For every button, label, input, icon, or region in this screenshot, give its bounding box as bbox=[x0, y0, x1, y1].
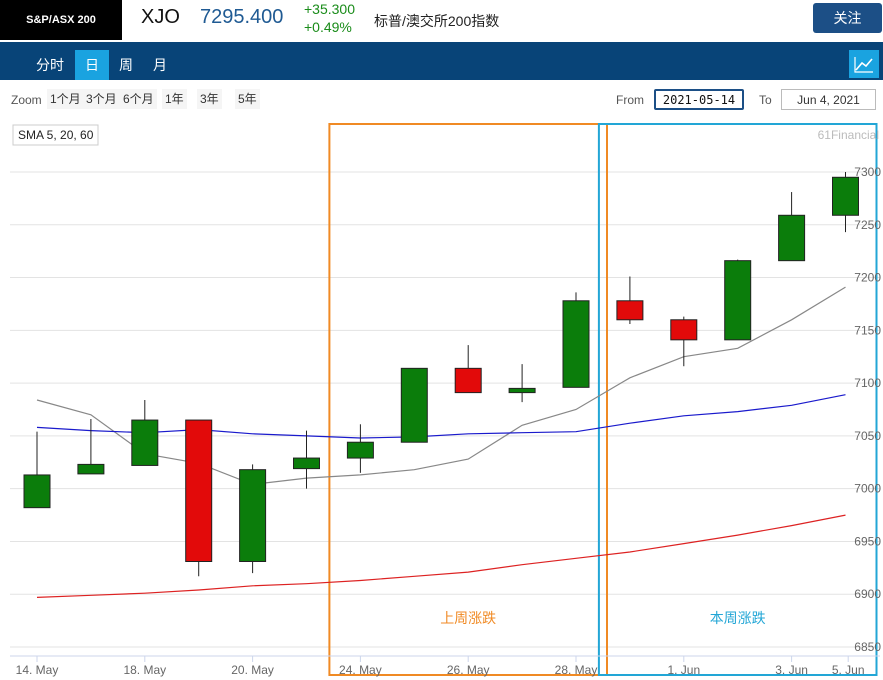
candle-body bbox=[454, 367, 482, 394]
price-change-percent: +0.49% bbox=[304, 19, 352, 35]
quote-header: S&P/ASX 200 XJO 7295.400 +35.300 +0.49% … bbox=[0, 0, 883, 42]
annotation-label: 本周涨跌 bbox=[710, 610, 766, 626]
annotation-box bbox=[328, 123, 608, 676]
x-tick-label: 18. May bbox=[123, 663, 166, 677]
follow-button[interactable]: 关注 bbox=[813, 3, 882, 33]
zoom-5-year-button[interactable]: 5年 bbox=[235, 89, 260, 109]
last-price: 7295.400 bbox=[200, 6, 284, 28]
candlestick-chart: 上周涨跌 本周涨跌 7300 7250 7200 7150 7100 7050 7000 695… bbox=[10, 123, 881, 677]
y-tick-label: 7000 bbox=[854, 482, 881, 496]
range-toolbar: Zoom 1个月 3个月 6个月 1年 3年 5年 From To bbox=[0, 80, 883, 120]
y-tick-label: 6950 bbox=[854, 534, 881, 548]
y-tick-label: 7150 bbox=[854, 323, 881, 337]
x-tick-label: 26. May bbox=[447, 663, 490, 677]
candle-body bbox=[508, 387, 536, 394]
tab-monthly[interactable]: 月 bbox=[146, 50, 174, 80]
period-tabbar: 分时 日 周 月 bbox=[0, 42, 883, 80]
chart-type-button[interactable] bbox=[849, 50, 879, 78]
candles bbox=[23, 172, 859, 577]
candle-body bbox=[185, 419, 213, 562]
from-label: From bbox=[616, 93, 644, 107]
candle-body bbox=[562, 300, 590, 388]
candle-body bbox=[23, 474, 51, 509]
zoom-label: Zoom bbox=[11, 93, 42, 107]
y-tick-label: 7200 bbox=[854, 271, 881, 285]
symbol: XJO bbox=[141, 6, 180, 28]
candle-body bbox=[131, 419, 159, 466]
index-name: 标普/澳交所200指数 bbox=[374, 13, 500, 29]
y-tick-label: 7100 bbox=[854, 376, 881, 390]
y-tick-label: 6850 bbox=[854, 640, 881, 654]
y-tick-label: 7250 bbox=[854, 218, 881, 232]
zoom-1-year-button[interactable]: 1年 bbox=[162, 89, 187, 109]
to-label: To bbox=[759, 93, 772, 107]
x-tick-label: 14. May bbox=[16, 663, 59, 677]
candle-body bbox=[293, 457, 320, 470]
candle-body bbox=[346, 441, 374, 459]
x-axis: 14. May 18. May 20. May 24. May 26. May 28. M… bbox=[10, 655, 880, 677]
x-tick-label: 20. May bbox=[231, 663, 274, 677]
candle-body bbox=[616, 300, 644, 321]
index-badge: S&P/ASX 200 bbox=[0, 0, 122, 40]
sma-line bbox=[36, 514, 846, 598]
candle-body bbox=[778, 214, 806, 262]
candle-body bbox=[832, 176, 859, 216]
legend-text: SMA 5, 20, 60 bbox=[18, 128, 94, 142]
tab-daily[interactable]: 日 bbox=[75, 50, 109, 80]
price-change: +35.300 bbox=[304, 1, 355, 17]
watermark: 61Financial bbox=[818, 128, 879, 142]
candle-body bbox=[724, 260, 752, 341]
to-date-input[interactable] bbox=[781, 89, 876, 110]
x-tick-label: 3. Jun bbox=[775, 663, 808, 677]
from-date-input[interactable] bbox=[654, 89, 744, 110]
grid-lines bbox=[10, 171, 880, 648]
x-tick-label: 24. May bbox=[339, 663, 382, 677]
legend-box: SMA 5, 20, 60 bbox=[12, 124, 99, 146]
zoom-3-year-button[interactable]: 3年 bbox=[197, 89, 222, 109]
tab-intraday[interactable]: 分时 bbox=[32, 50, 68, 80]
x-tick-label: 5. Jun bbox=[832, 663, 865, 677]
candle-body bbox=[670, 319, 698, 341]
y-tick-label: 7300 bbox=[854, 165, 881, 179]
y-tick-label: 7050 bbox=[854, 429, 881, 443]
zoom-1-month-button[interactable]: 1个月 bbox=[47, 89, 84, 109]
zoom-3-month-button[interactable]: 3个月 bbox=[83, 89, 120, 109]
line-chart-icon bbox=[854, 57, 873, 73]
x-tick-label: 28. May bbox=[555, 663, 598, 677]
annotation-label: 上周涨跌 bbox=[440, 610, 496, 626]
x-tick-label: 1. Jun bbox=[667, 663, 700, 677]
y-tick-label: 6900 bbox=[854, 587, 881, 601]
candle-body bbox=[239, 469, 267, 562]
candle-body bbox=[77, 463, 105, 475]
candle-body bbox=[400, 367, 428, 443]
zoom-6-month-button[interactable]: 6个月 bbox=[120, 89, 157, 109]
tab-weekly[interactable]: 周 bbox=[112, 50, 140, 80]
